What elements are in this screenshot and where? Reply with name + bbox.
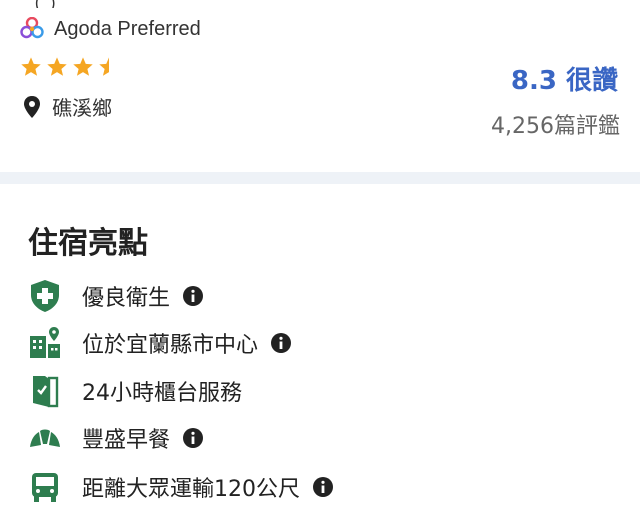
info-icon[interactable] — [270, 332, 292, 354]
info-icon[interactable] — [312, 476, 334, 498]
info-icon[interactable] — [182, 427, 204, 449]
review-score[interactable]: 8.3 很讚 — [511, 60, 618, 97]
star-full-icon — [21, 57, 41, 76]
map-pin-icon — [24, 95, 40, 118]
bus-icon — [28, 470, 62, 504]
highlight-label: 優良衛生 — [82, 286, 171, 311]
agoda-logo-icon — [20, 17, 44, 39]
star-full-icon — [47, 57, 67, 76]
highlight-item-public-transport: 距離大眾運輸120公尺 — [28, 469, 334, 505]
agoda-preferred-label: Agoda Preferred — [54, 17, 201, 40]
highlight-item-breakfast: 豐盛早餐 — [28, 420, 204, 456]
property-highlights-section: 住宿亮點 優良衛生 位於宜蘭縣市中心 24小時櫃台服務 豐盛早餐 距離大眾運輸1… — [0, 184, 640, 531]
clipped-property-info: （ ） — [22, 0, 622, 8]
review-count[interactable]: 4,256篇評鑑 — [491, 108, 620, 140]
star-rating — [20, 56, 120, 78]
section-title: 住宿亮點 — [28, 226, 148, 261]
highlight-label: 豐盛早餐 — [82, 428, 171, 453]
page: （ ） Agoda Preferred 礁溪鄉 8.3 很讚 4,256 — [0, 0, 640, 531]
highlight-item-24h-front-desk: 24小時櫃台服務 — [28, 373, 242, 409]
highlight-label: 位於宜蘭縣市中心 — [82, 333, 259, 358]
highlight-item-hygiene: 優良衛生 — [28, 278, 204, 314]
star-full-icon — [73, 57, 93, 76]
property-summary-card: （ ） Agoda Preferred 礁溪鄉 8.3 很讚 4,256 — [0, 0, 640, 172]
highlight-label: 24小時櫃台服務 — [82, 381, 242, 406]
section-divider — [0, 172, 640, 184]
highlight-item-city-center: 位於宜蘭縣市中心 — [28, 325, 292, 361]
highlight-label: 距離大眾運輸120公尺 — [82, 477, 300, 502]
star-half-icon — [99, 57, 109, 76]
city-center-icon — [28, 326, 62, 360]
croissant-icon — [28, 421, 62, 455]
agoda-preferred-badge: Agoda Preferred — [20, 14, 201, 44]
shield-cross-icon — [28, 279, 62, 313]
location-label: 礁溪鄉 — [52, 96, 112, 120]
location[interactable]: 礁溪鄉 — [22, 92, 112, 121]
info-icon[interactable] — [182, 285, 204, 307]
door-check-icon — [28, 374, 62, 408]
